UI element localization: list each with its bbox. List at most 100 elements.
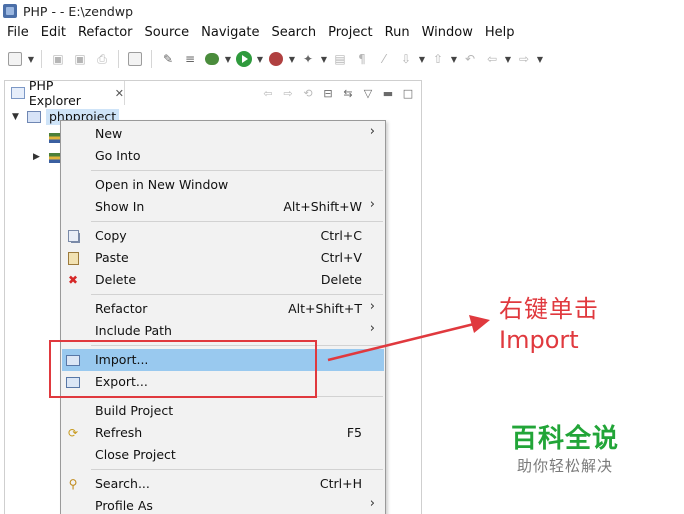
chevron-right-icon[interactable]: ▶ xyxy=(33,152,40,162)
menu-project[interactable]: Project xyxy=(322,22,378,43)
menu-separator xyxy=(91,170,383,171)
minimize-icon[interactable]: ▬ xyxy=(381,86,395,100)
debug-tool-icon[interactable]: ✎ xyxy=(159,50,177,68)
copy-icon xyxy=(66,229,80,243)
external-tools-dropdown-icon[interactable]: ▼ xyxy=(288,50,296,68)
menu-item-label: New xyxy=(95,126,123,141)
menu-item-label: Close Project xyxy=(95,447,176,462)
menu-item-paste[interactable]: Paste Ctrl+V xyxy=(62,247,384,269)
window-title: PHP - - E:\zendwp xyxy=(23,3,134,19)
menu-item-refresh[interactable]: ⟳ Refresh F5 xyxy=(62,422,384,444)
wand-icon[interactable]: ✦ xyxy=(299,50,317,68)
maximize-icon[interactable]: □ xyxy=(401,86,415,100)
menu-item-shortcut: Ctrl+C xyxy=(320,228,362,243)
menu-item-label: Open in New Window xyxy=(95,177,229,192)
menu-help[interactable]: Help xyxy=(479,22,521,43)
paste-icon xyxy=(66,251,80,265)
edit-icon[interactable]: ⁄ xyxy=(375,50,393,68)
php-explorer-icon xyxy=(11,87,25,99)
menu-item-label: Paste xyxy=(95,250,129,265)
menu-item-label: Delete xyxy=(95,272,137,287)
close-icon[interactable]: ✕ xyxy=(115,87,124,100)
external-tools-icon[interactable] xyxy=(267,50,285,68)
next-annotation-icon[interactable]: ⇩ xyxy=(397,50,415,68)
watermark: 百科全说 助你轻松解决 xyxy=(511,423,619,477)
binary-file-icon[interactable] xyxy=(126,50,144,68)
menu-item-shortcut: Ctrl+V xyxy=(320,250,362,265)
menu-file[interactable]: File xyxy=(0,22,35,43)
menu-item-include-path[interactable]: Include Path › xyxy=(62,320,384,342)
link-with-editor-icon[interactable]: ⇆ xyxy=(341,86,355,100)
menu-item-delete[interactable]: ✖ Delete Delete xyxy=(62,269,384,291)
annotation-text: 右键单击 Import xyxy=(499,294,599,356)
library-icon[interactable]: ≡ xyxy=(181,50,199,68)
menu-item-shortcut: Alt+Shift+W xyxy=(283,199,362,214)
back-icon[interactable]: ⇦ xyxy=(261,86,275,100)
back-dropdown-icon[interactable]: ▼ xyxy=(504,50,512,68)
menu-window[interactable]: Window xyxy=(416,22,479,43)
main-toolbar: ▼ ▣ ▣ ⎙ ✎ ≡ ▼ ▼ ▼ ✦ ▼ ▤ ¶ ⁄ ⇩ ▼ ⇧ ▼ ↶ ⇦ … xyxy=(0,44,684,74)
next-annotation-dropdown-icon[interactable]: ▼ xyxy=(418,50,426,68)
menu-item-label: Include Path xyxy=(95,323,172,338)
menu-item-label: Refresh xyxy=(95,425,143,440)
toggle-block-icon[interactable]: ▤ xyxy=(331,50,349,68)
forward-icon[interactable]: ⇨ xyxy=(281,86,295,100)
back-icon[interactable]: ⇦ xyxy=(483,50,501,68)
tab-php-explorer[interactable]: PHP Explorer ✕ xyxy=(5,78,125,108)
menu-item-go-into[interactable]: Go Into xyxy=(62,145,384,167)
up-icon[interactable]: ⟲ xyxy=(301,86,315,100)
import-export-highlight xyxy=(49,340,317,398)
toolbar-separator xyxy=(151,50,152,68)
menu-item-search[interactable]: ⚲ Search... Ctrl+H xyxy=(62,473,384,495)
wand-dropdown-icon[interactable]: ▼ xyxy=(320,50,328,68)
menu-item-refactor[interactable]: Refactor Alt+Shift+T › xyxy=(62,298,384,320)
new-icon[interactable] xyxy=(6,50,24,68)
chevron-right-icon: › xyxy=(369,197,375,212)
menu-edit[interactable]: Edit xyxy=(35,22,72,43)
new-dropdown-icon[interactable]: ▼ xyxy=(27,50,35,68)
menu-item-copy[interactable]: Copy Ctrl+C xyxy=(62,225,384,247)
forward-dropdown-icon[interactable]: ▼ xyxy=(536,50,544,68)
watermark-brand: 百科全说 xyxy=(511,424,620,454)
forward-icon[interactable]: ⇨ xyxy=(515,50,533,68)
menu-item-shortcut: Ctrl+H xyxy=(319,476,362,491)
menu-navigate[interactable]: Navigate xyxy=(195,22,265,43)
last-edit-icon[interactable]: ↶ xyxy=(461,50,479,68)
menu-item-close-project[interactable]: Close Project xyxy=(62,444,384,466)
menu-refactor[interactable]: Refactor xyxy=(72,22,139,43)
previous-annotation-icon[interactable]: ⇧ xyxy=(429,50,447,68)
menu-search[interactable]: Search xyxy=(265,22,322,43)
menu-separator xyxy=(91,294,383,295)
php-project-icon xyxy=(27,111,41,123)
toolbar-separator xyxy=(118,50,119,68)
run-icon[interactable] xyxy=(235,50,253,68)
collapse-all-icon[interactable]: ⊟ xyxy=(321,86,335,100)
menu-source[interactable]: Source xyxy=(139,22,196,43)
show-whitespace-icon[interactable]: ¶ xyxy=(353,50,371,68)
debug-dropdown-icon[interactable]: ▼ xyxy=(224,50,232,68)
save-icon[interactable]: ▣ xyxy=(49,50,67,68)
menu-item-label: Profile As xyxy=(95,498,153,513)
menu-item-label: Build Project xyxy=(95,403,174,418)
menu-bar: File Edit Refactor Source Navigate Searc… xyxy=(0,22,684,43)
previous-annotation-dropdown-icon[interactable]: ▼ xyxy=(450,50,458,68)
menu-item-build-project[interactable]: Build Project xyxy=(62,400,384,422)
menu-item-show-in[interactable]: Show In Alt+Shift+W › xyxy=(62,196,384,218)
search-icon: ⚲ xyxy=(68,477,78,491)
menu-item-profile-as[interactable]: Profile As › xyxy=(62,495,384,514)
run-dropdown-icon[interactable]: ▼ xyxy=(256,50,264,68)
title-bar: PHP - - E:\zendwp xyxy=(0,0,684,22)
project-context-menu: New › Go Into Open in New Window Show In… xyxy=(60,120,386,514)
view-menu-icon[interactable]: ▽ xyxy=(361,86,375,100)
menu-separator xyxy=(91,221,383,222)
view-toolbar: ⇦ ⇨ ⟲ ⊟ ⇆ ▽ ▬ □ xyxy=(255,85,415,101)
chevron-right-icon: › xyxy=(369,124,375,139)
chevron-right-icon: › xyxy=(369,496,375,511)
menu-run[interactable]: Run xyxy=(379,22,416,43)
menu-item-open-in-new-window[interactable]: Open in New Window xyxy=(62,174,384,196)
menu-item-new[interactable]: New › xyxy=(62,123,384,145)
print-icon[interactable]: ⎙ xyxy=(93,50,111,68)
debug-icon[interactable] xyxy=(203,50,221,68)
chevron-down-icon[interactable]: ▼ xyxy=(12,112,19,122)
save-all-icon[interactable]: ▣ xyxy=(71,50,89,68)
